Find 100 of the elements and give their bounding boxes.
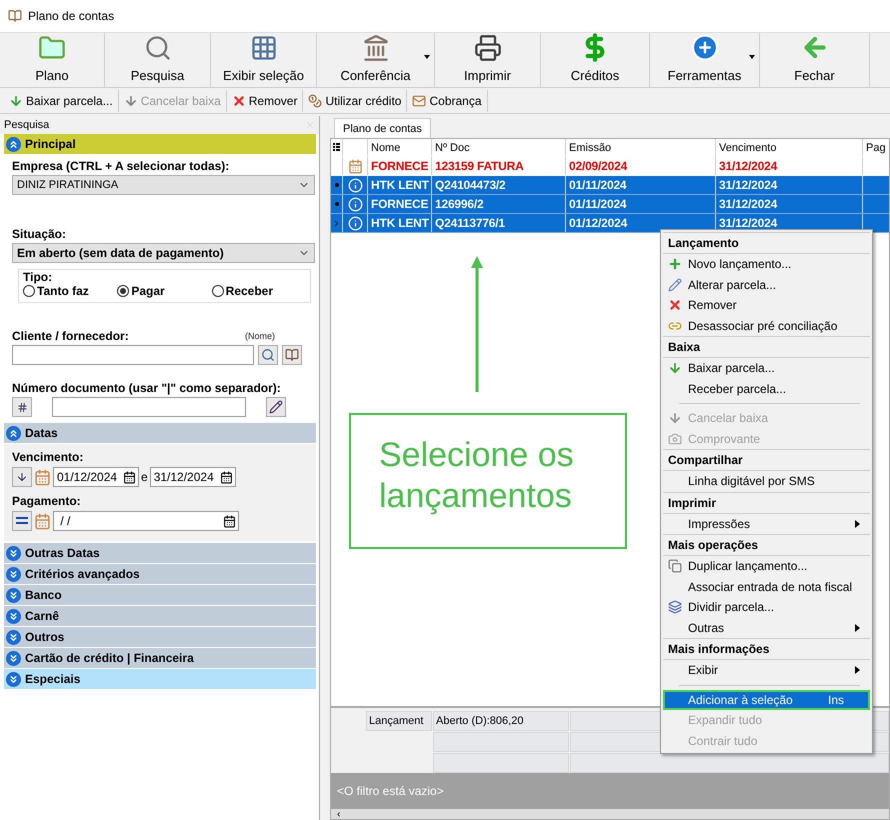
column-chooser-icon[interactable] xyxy=(333,143,340,152)
action-button[interactable]: Baixar parcela... xyxy=(4,90,119,112)
section-header[interactable]: Principal xyxy=(4,134,316,154)
client-input[interactable] xyxy=(12,345,254,365)
menu-item[interactable]: Novo lançamento... xyxy=(663,254,870,274)
menu-item[interactable]: Impressões xyxy=(663,514,870,534)
menu-item[interactable]: Remover xyxy=(663,295,870,316)
radio-button[interactable] xyxy=(212,285,224,297)
section-header[interactable]: Cartão de crédito | Financeira xyxy=(4,648,316,668)
field-label: Pagamento: xyxy=(12,494,82,508)
table-row[interactable]: FORNECE 126996/2 01/11/2024 31/12/2024 xyxy=(331,195,889,214)
section-header[interactable]: Datas xyxy=(4,423,316,443)
table-row[interactable]: HTK LENT Q24113776/1 01/12/2024 31/12/2024 xyxy=(331,214,889,233)
row-marker-icon xyxy=(334,202,338,206)
section-header[interactable]: Banco xyxy=(4,585,316,605)
layers-icon xyxy=(668,600,682,614)
plus-icon xyxy=(690,33,720,62)
menu-item[interactable]: Desassociar pré conciliação xyxy=(663,316,870,336)
annotation-callout: Selecione os lançamentos xyxy=(349,413,627,549)
hash-icon xyxy=(16,402,28,412)
column-header[interactable]: Vencimento xyxy=(716,139,863,156)
column-header[interactable]: Emissão xyxy=(566,139,716,156)
arrow-down-icon xyxy=(16,471,28,483)
menu-item[interactable]: Outras xyxy=(663,618,870,638)
menu-header: Mais informações xyxy=(663,638,870,660)
submenu-arrow-icon xyxy=(855,520,860,528)
menu-item[interactable]: Receber parcela... xyxy=(663,378,870,399)
menu-item[interactable]: Dividir parcela... xyxy=(663,597,870,618)
action-button[interactable]: Remover xyxy=(226,90,304,112)
menu-header: Baixa xyxy=(663,336,870,358)
date-field[interactable]: 31/12/2024 xyxy=(150,467,236,487)
date-field[interactable]: / / xyxy=(53,511,239,531)
column-header[interactable]: Nº Doc xyxy=(432,139,566,156)
column-header[interactable]: Nome xyxy=(368,139,432,156)
menu-header: Imprimir xyxy=(663,492,870,514)
company-dropdown[interactable]: DINIZ PIRATININGA xyxy=(12,175,315,195)
field-label: Cliente / fornecedor: xyxy=(12,329,129,343)
table-cell: FORNECE xyxy=(368,195,432,213)
status-dropdown[interactable]: Em aberto (sem data de pagamento) xyxy=(12,243,315,263)
calendar-icon[interactable] xyxy=(220,470,233,484)
calendar-icon xyxy=(34,468,51,486)
coins-icon xyxy=(308,94,322,108)
radio-button[interactable] xyxy=(23,285,35,297)
section-header[interactable]: Carnê xyxy=(4,606,316,626)
menu-item[interactable]: Adicionar à seleção Ins xyxy=(663,690,870,710)
row-marker-icon xyxy=(334,183,338,187)
field-label: Número documento (usar "|" como separador): xyxy=(12,381,282,395)
menu-item[interactable]: Exibir xyxy=(663,660,870,680)
tab[interactable]: Plano de contas xyxy=(334,118,431,138)
equals-icon xyxy=(16,517,28,525)
expand-icon xyxy=(6,546,21,560)
menu-header: Mais operações xyxy=(663,534,870,556)
options-button[interactable] xyxy=(12,397,32,417)
filter-status: <O filtro está vazio> xyxy=(337,784,444,798)
info-icon xyxy=(348,196,362,212)
section-header[interactable]: Critérios avançados xyxy=(4,564,316,584)
search-button[interactable] xyxy=(258,345,278,365)
calendar-icon xyxy=(34,512,51,530)
calendar-icon[interactable] xyxy=(223,514,236,528)
table-row[interactable]: HTK LENT Q24104473/2 01/11/2024 31/12/2024 xyxy=(331,176,889,195)
radio-option[interactable]: Pagar xyxy=(117,284,212,298)
pencil-icon xyxy=(668,278,682,292)
section-header[interactable]: Outras Datas xyxy=(4,543,316,563)
section-header[interactable]: Outros xyxy=(4,627,316,647)
menu-item[interactable]: Associar entrada de nota fiscal xyxy=(663,576,870,597)
menu-header: Compartilhar xyxy=(663,449,870,471)
radio-button[interactable] xyxy=(117,285,130,297)
table-cell: 31/12/2024 xyxy=(716,176,863,194)
menu-item[interactable]: Linha digitável por SMS xyxy=(663,471,870,492)
table-cell: FORNECE xyxy=(368,157,432,175)
calendar-icon[interactable] xyxy=(123,470,136,484)
menu-item[interactable]: Baixar parcela... xyxy=(663,358,870,378)
scroll-left-arrow[interactable]: ‹ xyxy=(337,808,340,819)
table-cell: 31/12/2024 xyxy=(716,195,863,213)
collapse-icon xyxy=(6,136,21,152)
action-button[interactable]: Cobrança xyxy=(407,90,488,112)
table-cell: Q24113776/1 xyxy=(432,214,566,232)
scrollbar[interactable]: ‹ xyxy=(331,809,889,819)
arrow-down-button[interactable] xyxy=(12,467,32,487)
expand-icon xyxy=(6,566,21,582)
date-field[interactable]: 01/12/2024 xyxy=(53,467,139,487)
panel-title: Pesquisa xyxy=(4,119,50,131)
equals-button[interactable] xyxy=(12,511,32,531)
submenu-arrow-icon xyxy=(855,624,860,632)
action-button[interactable]: Utilizar crédito xyxy=(303,90,408,112)
radio-option[interactable]: Receber xyxy=(212,284,306,298)
shortcut-label: Ins xyxy=(828,692,844,707)
bank-icon xyxy=(362,34,390,62)
menu-item[interactable]: Alterar parcela... xyxy=(663,274,870,295)
document-input[interactable] xyxy=(52,397,246,417)
pencil-icon xyxy=(269,400,283,414)
tool-button[interactable] xyxy=(266,397,286,417)
radio-option[interactable]: Tanto faz xyxy=(23,284,118,298)
range-joiner: e xyxy=(141,470,148,484)
table-cell: Q24104473/2 xyxy=(432,176,566,194)
tool-button[interactable] xyxy=(282,345,302,365)
menu-item[interactable]: Duplicar lançamento... xyxy=(663,556,870,576)
camera-icon xyxy=(668,432,682,446)
section-header[interactable]: Especiais xyxy=(4,669,316,689)
column-header[interactable]: Pag xyxy=(863,139,889,156)
